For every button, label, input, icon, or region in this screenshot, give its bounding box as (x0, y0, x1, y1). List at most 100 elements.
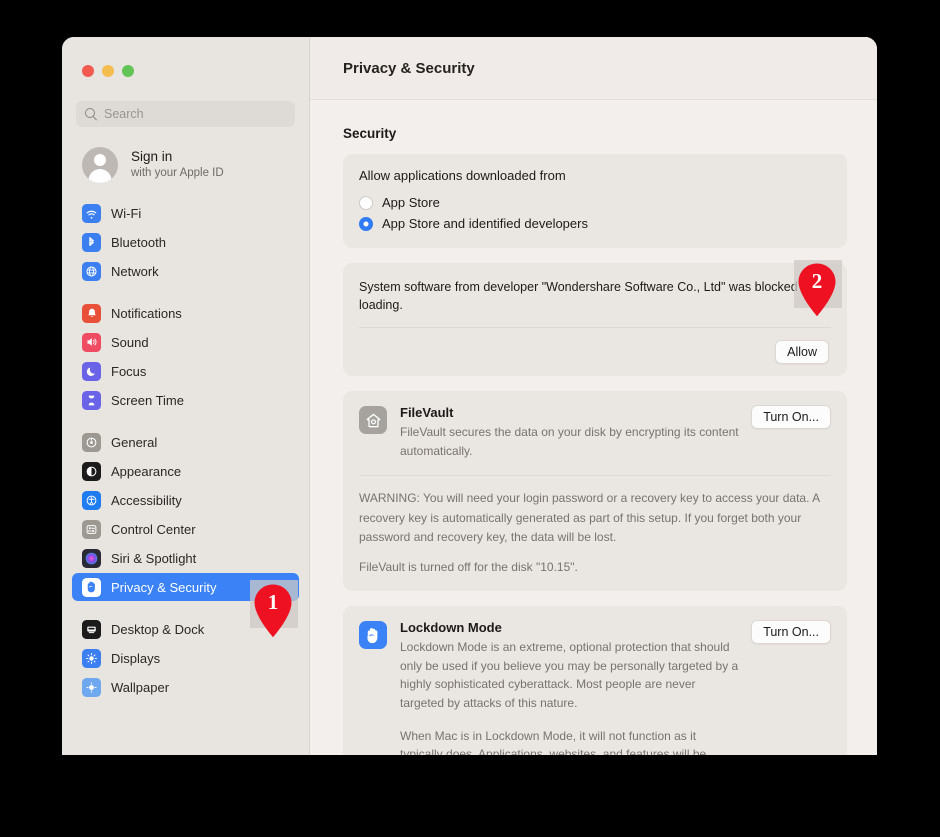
filevault-turn-on-button[interactable]: Turn On... (751, 405, 831, 430)
system-settings-window: Search Sign in with your Apple ID Wi-Fi … (62, 37, 877, 755)
filevault-texts: FileVault FileVault secures the data on … (400, 405, 739, 460)
wifi-icon (82, 203, 101, 223)
sidebar-item-focus[interactable]: Focus (72, 357, 299, 385)
sidebar-item-siri-spotlight[interactable]: Siri & Spotlight (72, 544, 299, 572)
sidebar-item-label: Displays (111, 650, 161, 666)
sidebar-item-label: Focus (111, 363, 147, 379)
page-title: Privacy & Security (343, 59, 475, 77)
sidebar-item-label: Wi-Fi (111, 205, 142, 221)
section-title-security: Security (343, 126, 397, 141)
gear-icon (82, 432, 101, 452)
sidebar-item-accessibility[interactable]: Accessibility (72, 486, 299, 514)
wallpaper-icon (82, 677, 101, 697)
lockdown-paragraph-2: When Mac is in Lockdown Mode, it will no… (400, 728, 707, 755)
lockdown-hand-icon (359, 621, 387, 650)
account-subtitle: with your Apple ID (131, 167, 224, 180)
sidebar-item-label: Desktop & Dock (111, 621, 205, 637)
blocked-software-card: System software from developer "Wondersh… (343, 263, 847, 377)
control-center-icon (82, 519, 101, 539)
sidebar-item-label: Siri & Spotlight (111, 550, 197, 566)
close-window-button[interactable] (82, 65, 94, 77)
account-avatar-icon (82, 147, 118, 183)
filevault-warning: WARNING: You will need your login passwo… (359, 491, 820, 544)
lockdown-mode-texts: Lockdown Mode Lockdown Mode is an extrem… (400, 620, 739, 755)
sidebar-item-apple-account[interactable]: Sign in with your Apple ID (82, 145, 309, 185)
sidebar-item-wi-fi[interactable]: Wi-Fi (72, 199, 299, 227)
lockdown-paragraph-1: Lockdown Mode is an extreme, optional pr… (400, 640, 739, 710)
sidebar-item-control-center[interactable]: Control Center (72, 515, 299, 543)
sidebar-item-label: General (111, 434, 158, 450)
divider (359, 475, 831, 477)
sidebar-item-label: Network (111, 263, 159, 279)
blocked-software-message: System software from developer "Wondersh… (359, 280, 827, 313)
radio-option-app-store-and-identified-developers[interactable]: App Store and identified developers (359, 213, 831, 234)
search-placeholder: Search (104, 107, 144, 121)
annotation-marker-2: 2 (795, 262, 839, 318)
sidebar-item-label: Notifications (111, 305, 182, 321)
allow-button[interactable]: Allow (775, 340, 829, 365)
desktop-dock-icon (82, 619, 101, 639)
blocked-software-actions: Allow (359, 328, 831, 376)
detail-pane: Privacy & Security Security Allow applic… (310, 37, 877, 755)
sidebar-group-system: General Appearance Accessibility Control… (62, 428, 309, 601)
sidebar-item-label: Sound (111, 334, 149, 350)
display-brightness-icon (82, 648, 101, 668)
sidebar-item-bluetooth[interactable]: Bluetooth (72, 228, 299, 256)
sidebar-group-connectivity: Wi-Fi Bluetooth Network (62, 199, 309, 285)
speaker-icon (82, 332, 101, 352)
sidebar-item-appearance[interactable]: Appearance (72, 457, 299, 485)
lockdown-mode-header: Lockdown Mode Lockdown Mode is an extrem… (359, 620, 831, 755)
account-title: Sign in (131, 149, 173, 165)
sidebar-item-screen-time[interactable]: Screen Time (72, 386, 299, 414)
appearance-contrast-icon (82, 461, 101, 481)
sidebar-item-displays[interactable]: Displays (72, 644, 299, 672)
lockdown-mode-title: Lockdown Mode (400, 620, 502, 636)
filevault-status: FileVault is turned off for the disk "10… (359, 560, 578, 574)
detail-titlebar: Privacy & Security (310, 37, 877, 100)
filevault-house-icon (359, 406, 387, 435)
sidebar-item-network[interactable]: Network (72, 257, 299, 285)
sidebar-item-label: Control Center (111, 521, 196, 537)
search-input[interactable]: Search (76, 101, 295, 127)
moon-icon (82, 361, 101, 381)
filevault-info: FileVault FileVault secures the data on … (359, 405, 739, 460)
radio-button-checked-icon[interactable] (359, 216, 373, 231)
lockdown-mode-description: Lockdown Mode is an extreme, optional pr… (400, 638, 739, 755)
sidebar-item-notifications[interactable]: Notifications (72, 299, 299, 327)
sidebar-item-sound[interactable]: Sound (72, 328, 299, 356)
sidebar-item-label: Bluetooth (111, 234, 166, 250)
radio-button-unchecked-icon[interactable] (359, 195, 373, 210)
lockdown-mode-turn-on-button[interactable]: Turn On... (751, 620, 831, 645)
network-globe-icon (82, 261, 101, 281)
sidebar-item-general[interactable]: General (72, 428, 299, 456)
bluetooth-icon (82, 232, 101, 252)
detail-body: Security Allow applications downloaded f… (310, 100, 877, 755)
filevault-description: FileVault secures the data on your disk … (400, 425, 739, 458)
radio-option-app-store[interactable]: App Store (359, 192, 831, 213)
annotation-marker-1-number: 1 (267, 590, 279, 614)
filevault-title: FileVault (400, 405, 454, 421)
window-traffic-lights (62, 37, 309, 77)
filevault-card: FileVault FileVault secures the data on … (343, 391, 847, 592)
allow-applications-label: Allow applications downloaded from (359, 168, 566, 183)
account-text: Sign in with your Apple ID (131, 149, 224, 180)
hand-raised-icon (82, 577, 101, 597)
accessibility-icon (82, 490, 101, 510)
sidebar-item-label: Wallpaper (111, 679, 170, 695)
minimize-window-button[interactable] (102, 65, 114, 77)
sidebar: Search Sign in with your Apple ID Wi-Fi … (62, 37, 310, 755)
annotation-marker-1: 1 (251, 583, 295, 639)
sidebar-item-label: Screen Time (111, 392, 184, 408)
siri-icon (82, 548, 101, 568)
maximize-window-button[interactable] (122, 65, 134, 77)
filevault-header: FileVault FileVault secures the data on … (359, 405, 831, 460)
sidebar-item-wallpaper[interactable]: Wallpaper (72, 673, 299, 701)
hourglass-icon (82, 390, 101, 410)
sidebar-item-label: Appearance (111, 463, 182, 479)
lockdown-mode-info: Lockdown Mode Lockdown Mode is an extrem… (359, 620, 739, 755)
sidebar-group-alerts: Notifications Sound Focus Screen Time (62, 299, 309, 414)
radio-label: App Store (382, 195, 440, 210)
lockdown-mode-card: Lockdown Mode Lockdown Mode is an extrem… (343, 606, 847, 755)
sidebar-item-label: Accessibility (111, 492, 182, 508)
bell-icon (82, 303, 101, 323)
